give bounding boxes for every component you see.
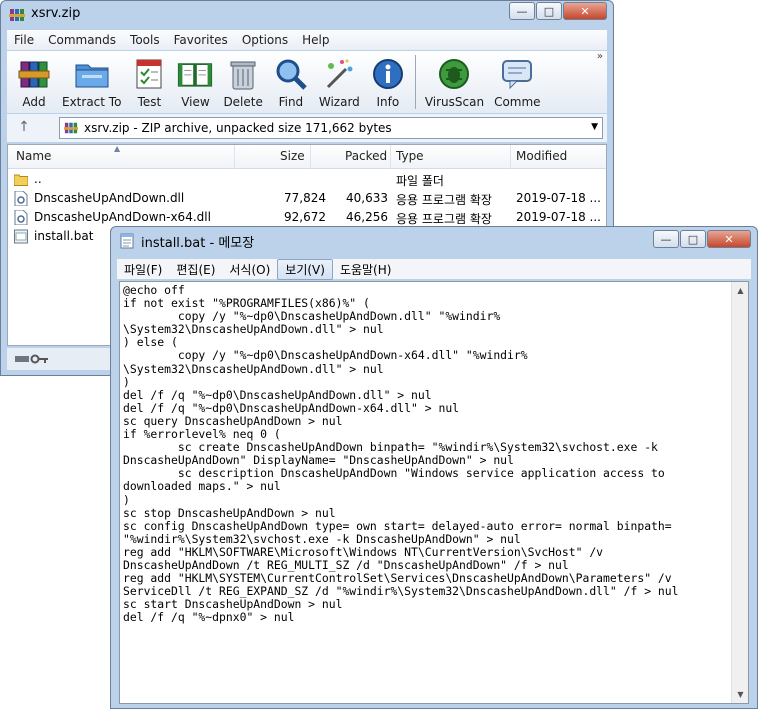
menu-commands[interactable]: Commands	[41, 33, 123, 47]
wizard-button[interactable]: Wizard	[314, 51, 365, 111]
extract-to-button[interactable]: Extract To	[57, 51, 126, 111]
disk-key-icon	[15, 354, 48, 364]
virusscan-button[interactable]: VirusScan	[420, 51, 489, 111]
add-button[interactable]: Add	[11, 51, 57, 111]
info-icon	[372, 59, 403, 89]
menu-edit[interactable]: 편집(E)	[169, 260, 222, 279]
script-line: \System32\DnscasheUpAndDown.dll" > nul	[123, 322, 384, 337]
text-editor[interactable]: @echo off if not exist "%PROGRAMFILES(x86…	[119, 281, 749, 704]
script-line: )	[123, 492, 130, 507]
close-icon: ✕	[724, 232, 734, 246]
close-icon: ✕	[580, 4, 590, 18]
column-name[interactable]: Name	[16, 149, 51, 163]
archive-titlebar[interactable]: xsrv.zip — □ ✕	[1, 1, 613, 29]
menu-file[interactable]: File	[7, 33, 41, 47]
script-line: del /f /q "%~dpnx0" > nul	[123, 610, 295, 625]
books-icon	[18, 61, 50, 88]
address-bar: ↑ xsrv.zip - ZIP archive, unpacked size …	[7, 114, 607, 142]
script-line: del /f /q "%~dp0\DnscasheUpAndDown-x64.d…	[123, 400, 460, 415]
view-button[interactable]: View	[172, 51, 218, 111]
script-line: del /f /q "%~dp0\DnscasheUpAndDown.dll" …	[123, 387, 432, 402]
script-line: sc config DnscasheUpAndDown type= own st…	[123, 518, 672, 533]
archive-title: xsrv.zip	[31, 6, 81, 21]
menu-format[interactable]: 서식(O)	[222, 260, 277, 279]
archive-path-field[interactable]: xsrv.zip - ZIP archive, unpacked size 17…	[59, 117, 603, 139]
toolbar-separator	[414, 55, 416, 109]
dropdown-arrow-icon[interactable]: ▼	[591, 122, 598, 132]
scroll-up-icon[interactable]: ▲	[732, 282, 749, 299]
menu-help[interactable]: 도움말(H)	[333, 260, 399, 279]
up-one-level-button[interactable]: ↑	[13, 119, 35, 137]
notepad-window: install.bat - 메모장 — □ ✕ 파일(F) 편집(E) 서식(O…	[110, 226, 758, 709]
dll-file-icon	[14, 210, 28, 225]
comment-button[interactable]: Comme	[489, 51, 545, 111]
script-text[interactable]: @echo off if not exist "%PROGRAMFILES(x86…	[123, 284, 728, 701]
archive-menubar: File Commands Tools Favorites Options He…	[7, 30, 607, 50]
folder-extract-icon	[75, 64, 109, 88]
trash-can-icon	[230, 61, 256, 90]
column-size[interactable]: Size	[280, 149, 305, 163]
notepad-title: install.bat - 메모장	[141, 236, 255, 251]
file-row[interactable]: .. 파일 폴더	[8, 170, 606, 189]
column-type[interactable]: Type	[396, 149, 424, 163]
toolbar-overflow-icon[interactable]: »	[597, 51, 603, 62]
minimize-icon: —	[660, 232, 672, 246]
script-line: )	[123, 374, 130, 389]
archive-toolbar: Add Extract To Test View Delete Find Wiz…	[7, 51, 607, 113]
script-line: copy /y "%~dp0\DnscasheUpAndDown-x64.dll…	[123, 348, 528, 363]
maximize-icon: □	[687, 232, 699, 246]
notepad-titlebar[interactable]: install.bat - 메모장 — □ ✕	[111, 227, 757, 255]
archive-path-text: xsrv.zip - ZIP archive, unpacked size 17…	[84, 121, 392, 135]
menu-view[interactable]: 보기(V)	[277, 258, 333, 280]
archive-icon	[64, 122, 78, 134]
maximize-button[interactable]: □	[680, 230, 706, 248]
minimize-icon: —	[516, 4, 528, 18]
script-line: "%windir%\System32\svchost.exe -k Dnscas…	[123, 531, 521, 546]
notepad-app-icon	[120, 233, 134, 249]
notepad-menubar: 파일(F) 편집(E) 서식(O) 보기(V) 도움말(H)	[117, 258, 751, 280]
bat-file-icon	[14, 229, 28, 244]
column-packed[interactable]: Packed	[345, 149, 387, 163]
file-row[interactable]: DnscasheUpAndDown-x64.dll 92,672 46,256 …	[8, 208, 606, 227]
close-button[interactable]: ✕	[707, 230, 751, 248]
scroll-down-icon[interactable]: ▼	[732, 686, 749, 703]
test-button[interactable]: Test	[126, 51, 172, 111]
delete-button[interactable]: Delete	[218, 51, 267, 111]
bug-icon	[439, 59, 470, 89]
sort-ascending-icon: ▲	[114, 144, 121, 153]
file-list-header: Name ▲ Size Packed Type Modified	[8, 144, 606, 169]
file-row[interactable]: DnscasheUpAndDown.dll 77,824 40,633 응용 프…	[8, 189, 606, 208]
maximize-button[interactable]: □	[536, 2, 562, 20]
maximize-icon: □	[543, 4, 555, 18]
column-modified[interactable]: Modified	[516, 149, 567, 163]
menu-help[interactable]: Help	[295, 33, 336, 47]
minimize-button[interactable]: —	[509, 2, 535, 20]
script-line: sc stop DnscasheUpAndDown > nul	[123, 505, 336, 520]
winrar-app-icon	[9, 9, 25, 21]
comment-icon	[502, 60, 533, 90]
magnifier-icon	[276, 59, 307, 90]
checklist-icon	[136, 59, 162, 89]
script-line: reg add "HKLM\SOFTWARE\Microsoft\Windows…	[123, 544, 604, 559]
vertical-scrollbar[interactable]: ▲ ▼	[731, 282, 748, 703]
magic-wand-icon	[327, 59, 353, 89]
menu-favorites[interactable]: Favorites	[167, 33, 235, 47]
minimize-button[interactable]: —	[653, 230, 679, 248]
menu-options[interactable]: Options	[235, 33, 295, 47]
arrow-up-icon: ↑	[18, 119, 30, 135]
script-line: downloaded maps." > nul	[123, 479, 281, 494]
info-button[interactable]: Info	[365, 51, 411, 111]
close-button[interactable]: ✕	[563, 2, 607, 20]
menu-tools[interactable]: Tools	[123, 33, 167, 47]
find-button[interactable]: Find	[268, 51, 314, 111]
menu-file[interactable]: 파일(F)	[117, 260, 169, 279]
open-book-icon	[178, 63, 213, 87]
script-line: \System32\DnscasheUpAndDown.dll" > nul	[123, 361, 384, 376]
folder-icon	[14, 174, 28, 186]
dll-file-icon	[14, 191, 28, 206]
